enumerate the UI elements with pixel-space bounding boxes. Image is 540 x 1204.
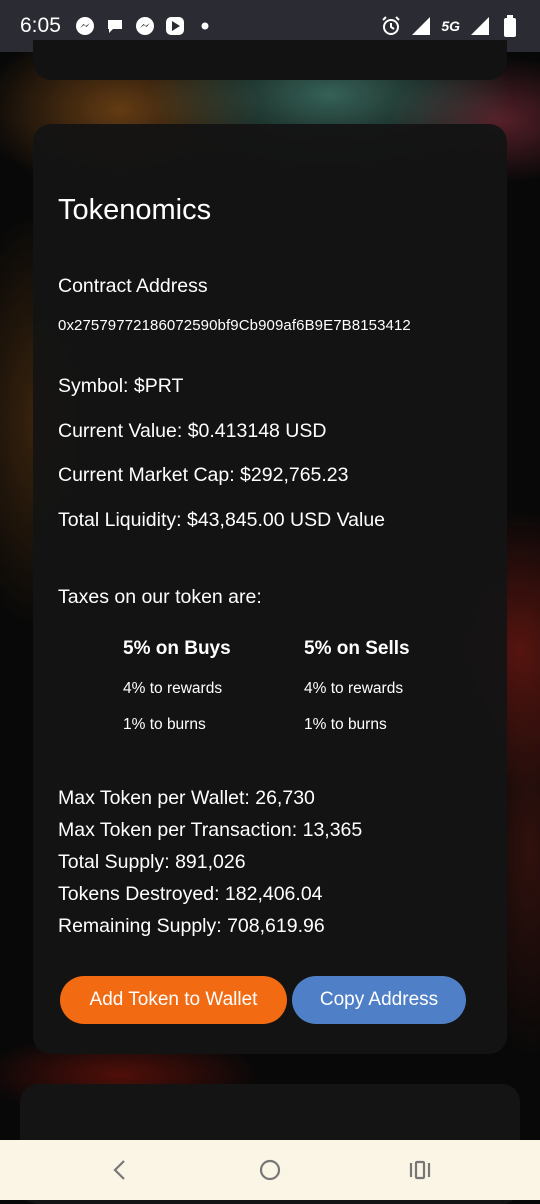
current-value-text: Current Value: $0.413148 USD: [58, 420, 327, 442]
navigation-bar: [0, 1140, 540, 1200]
contract-address-label: Contract Address: [58, 275, 208, 297]
tokens-destroyed-text: Tokens Destroyed: 182,406.04: [58, 883, 323, 905]
buys-burns-text: 1% to burns: [123, 716, 206, 733]
network-type: 5G: [441, 18, 460, 34]
max-wallet-text: Max Token per Wallet: 26,730: [58, 787, 315, 809]
symbol-text: Symbol: $PRT: [58, 375, 184, 397]
taxes-heading: Taxes on our token are:: [58, 586, 262, 608]
home-icon: [259, 1159, 281, 1181]
battery-icon: [500, 15, 520, 37]
home-button[interactable]: [255, 1155, 285, 1185]
dot-icon: [195, 16, 215, 36]
total-supply-text: Total Supply: 891,026: [58, 851, 246, 873]
buys-rewards-text: 4% to rewards: [123, 680, 223, 697]
back-button[interactable]: [105, 1155, 135, 1185]
sells-tax-title: 5% on Sells: [304, 638, 410, 659]
copy-address-button[interactable]: Copy Address: [292, 976, 466, 1024]
max-transaction-text: Max Token per Transaction: 13,365: [58, 819, 363, 841]
messenger-icon: [135, 16, 155, 36]
signal-icon: [411, 16, 431, 36]
signal-icon: [470, 16, 490, 36]
recent-apps-button[interactable]: [405, 1155, 435, 1185]
page-title: Tokenomics: [58, 194, 212, 226]
sells-burns-text: 1% to burns: [304, 716, 387, 733]
back-icon: [113, 1160, 125, 1180]
liquidity-text: Total Liquidity: $43,845.00 USD Value: [58, 509, 386, 531]
previous-card: [33, 40, 507, 80]
sells-rewards-text: 4% to rewards: [304, 680, 404, 697]
recent-apps-icon: [409, 1160, 431, 1180]
buys-tax-title: 5% on Buys: [123, 638, 231, 659]
market-cap-text: Current Market Cap: $292,765.23: [58, 464, 349, 486]
contract-address-value: 0x27579772186072590bf9Cb909af6B9E7B81534…: [58, 317, 411, 334]
add-token-to-wallet-button[interactable]: Add Token to Wallet: [60, 976, 287, 1024]
alarm-icon: [381, 16, 401, 36]
play-icon: [165, 16, 185, 36]
remaining-supply-text: Remaining Supply: 708,619.96: [58, 915, 325, 937]
messenger-icon: [75, 16, 95, 36]
chat-bubble-icon: [105, 16, 125, 36]
clock: 6:05: [20, 14, 61, 37]
